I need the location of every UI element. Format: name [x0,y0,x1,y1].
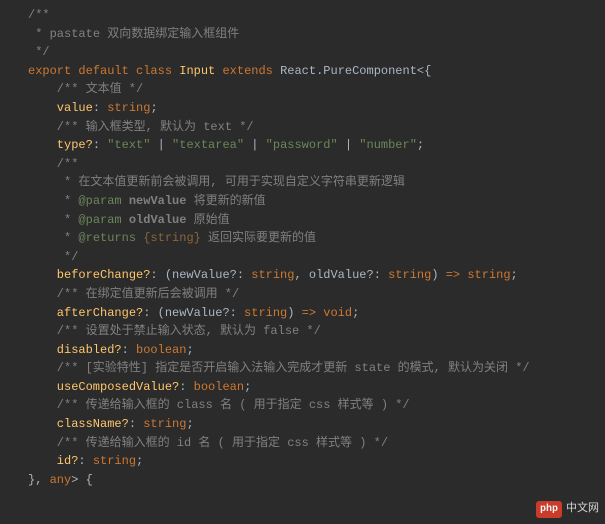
code-line: useComposedValue?: boolean; [28,378,605,397]
code-line: afterChange?: (newValue?: string) => voi… [28,304,605,323]
code-line: /** [28,155,605,174]
code-line: beforeChange?: (newValue?: string, oldVa… [28,266,605,285]
code-line: type?: "text" | "textarea" | "password" … [28,136,605,155]
code-line: /** [28,6,605,25]
code-line: */ [28,248,605,267]
code-line: /** 在绑定值更新后会被调用 */ [28,285,605,304]
watermark-logo: php [536,501,562,519]
watermark-text: 中文网 [566,501,599,518]
code-line: /** 设置处于禁止输入状态, 默认为 false */ [28,322,605,341]
code-line: /** 文本值 */ [28,80,605,99]
watermark: php 中文网 [536,501,599,519]
code-line: id?: string; [28,452,605,471]
code-line: */ [28,43,605,62]
code-line: * @param oldValue 原始值 [28,211,605,230]
code-line: * @returns {string} 返回实际要更新的值 [28,229,605,248]
code-line: }, any> { [28,471,605,490]
code-block: /** * pastate 双向数据绑定输入框组件 */ export defa… [28,6,605,489]
code-line: /** 传递给输入框的 class 名 ( 用于指定 css 样式等 ) */ [28,396,605,415]
code-line: /** 传递给输入框的 id 名 ( 用于指定 css 样式等 ) */ [28,434,605,453]
code-line: disabled?: boolean; [28,341,605,360]
code-line: /** [实验特性] 指定是否开启输入法输入完成才更新 state 的模式, 默… [28,359,605,378]
code-line: className?: string; [28,415,605,434]
code-line: /** 输入框类型, 默认为 text */ [28,118,605,137]
code-line: value: string; [28,99,605,118]
code-line: * @param newValue 将更新的新值 [28,192,605,211]
code-line: * 在文本值更新前会被调用, 可用于实现自定义字符串更新逻辑 [28,173,605,192]
code-line: * pastate 双向数据绑定输入框组件 [28,25,605,44]
code-line: export default class Input extends React… [28,62,605,81]
